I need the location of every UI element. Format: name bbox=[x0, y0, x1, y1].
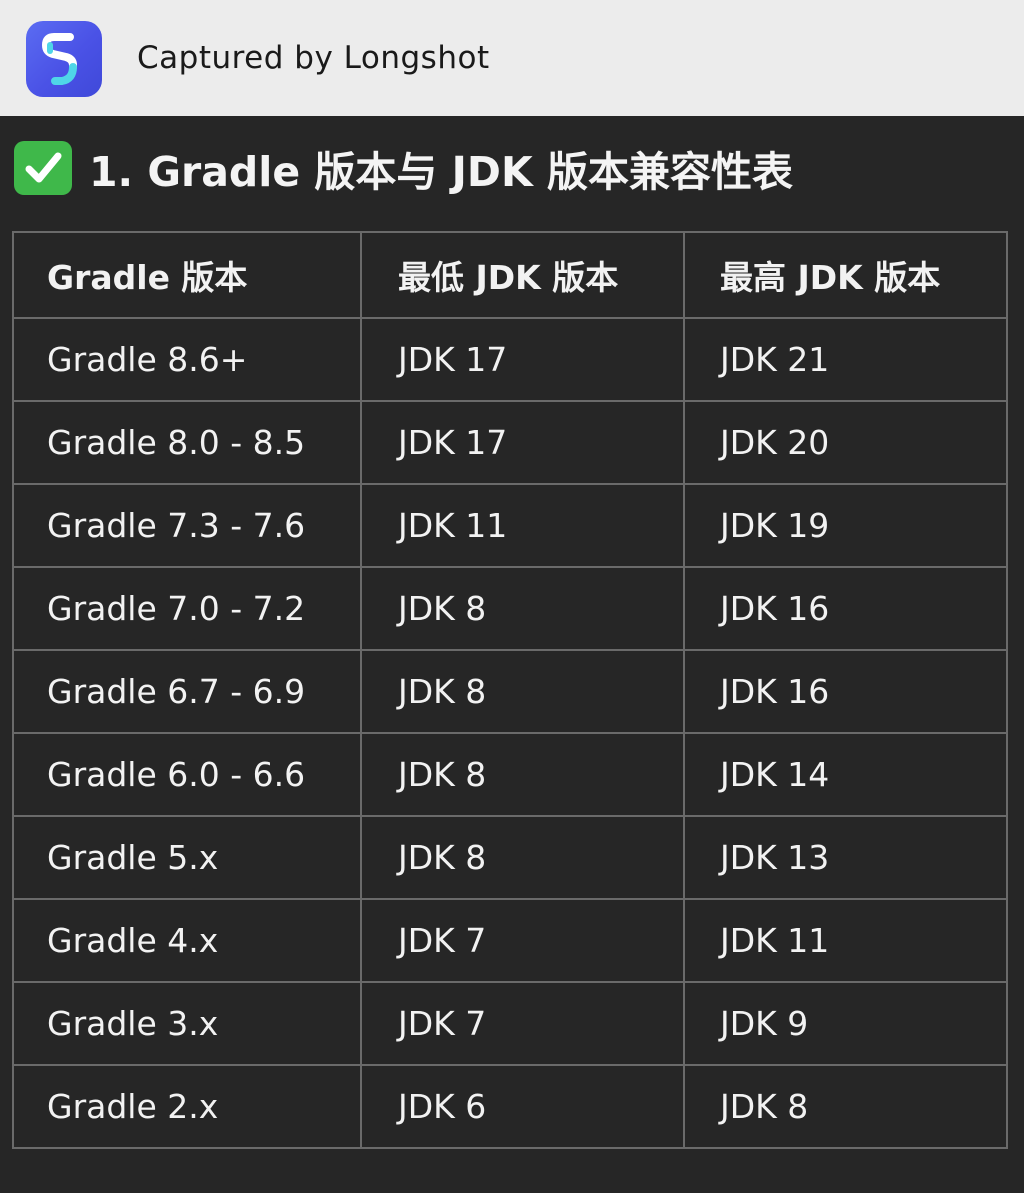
column-header-min-jdk: 最低 JDK 版本 bbox=[360, 231, 685, 319]
min-jdk-cell: JDK 6 bbox=[360, 1064, 685, 1149]
longshot-banner: Captured by Longshot bbox=[0, 0, 1024, 116]
table-row: Gradle 4.x JDK 7 JDK 11 bbox=[12, 898, 1008, 983]
table-header-row: Gradle 版本 最低 JDK 版本 最高 JDK 版本 bbox=[12, 231, 1008, 319]
max-jdk-cell: JDK 20 bbox=[683, 400, 1008, 485]
gradle-version-cell: Gradle 4.x bbox=[12, 898, 362, 983]
table-row: Gradle 8.0 - 8.5 JDK 17 JDK 20 bbox=[12, 400, 1008, 485]
column-header-max-jdk: 最高 JDK 版本 bbox=[683, 231, 1008, 319]
compatibility-table: Gradle 版本 最低 JDK 版本 最高 JDK 版本 Gradle 8.6… bbox=[12, 231, 1008, 1149]
longshot-app-icon bbox=[26, 21, 102, 97]
gradle-version-cell: Gradle 2.x bbox=[12, 1064, 362, 1149]
gradle-version-cell: Gradle 3.x bbox=[12, 981, 362, 1066]
table-row: Gradle 2.x JDK 6 JDK 8 bbox=[12, 1064, 1008, 1149]
max-jdk-cell: JDK 9 bbox=[683, 981, 1008, 1066]
table-row: Gradle 7.3 - 7.6 JDK 11 JDK 19 bbox=[12, 483, 1008, 568]
check-mark-button-icon bbox=[14, 141, 72, 195]
max-jdk-cell: JDK 16 bbox=[683, 649, 1008, 734]
table-row: Gradle 3.x JDK 7 JDK 9 bbox=[12, 981, 1008, 1066]
gradle-version-cell: Gradle 5.x bbox=[12, 815, 362, 900]
document-content: 1. Gradle 版本与 JDK 版本兼容性表 Gradle 版本 最低 JD… bbox=[0, 116, 1024, 1193]
banner-caption: Captured by Longshot bbox=[137, 40, 490, 76]
min-jdk-cell: JDK 11 bbox=[360, 483, 685, 568]
min-jdk-cell: JDK 17 bbox=[360, 400, 685, 485]
max-jdk-cell: JDK 14 bbox=[683, 732, 1008, 817]
gradle-version-cell: Gradle 7.3 - 7.6 bbox=[12, 483, 362, 568]
max-jdk-cell: JDK 21 bbox=[683, 317, 1008, 402]
min-jdk-cell: JDK 17 bbox=[360, 317, 685, 402]
min-jdk-cell: JDK 8 bbox=[360, 566, 685, 651]
max-jdk-cell: JDK 19 bbox=[683, 483, 1008, 568]
max-jdk-cell: JDK 11 bbox=[683, 898, 1008, 983]
table-row: Gradle 7.0 - 7.2 JDK 8 JDK 16 bbox=[12, 566, 1008, 651]
table-row: Gradle 6.0 - 6.6 JDK 8 JDK 14 bbox=[12, 732, 1008, 817]
gradle-version-cell: Gradle 8.6+ bbox=[12, 317, 362, 402]
min-jdk-cell: JDK 8 bbox=[360, 649, 685, 734]
min-jdk-cell: JDK 8 bbox=[360, 815, 685, 900]
table-row: Gradle 5.x JDK 8 JDK 13 bbox=[12, 815, 1008, 900]
max-jdk-cell: JDK 8 bbox=[683, 1064, 1008, 1149]
min-jdk-cell: JDK 7 bbox=[360, 981, 685, 1066]
gradle-version-cell: Gradle 8.0 - 8.5 bbox=[12, 400, 362, 485]
section-heading: 1. Gradle 版本与 JDK 版本兼容性表 bbox=[14, 140, 793, 196]
table-row: Gradle 6.7 - 6.9 JDK 8 JDK 16 bbox=[12, 649, 1008, 734]
table-row: Gradle 8.6+ JDK 17 JDK 21 bbox=[12, 317, 1008, 402]
section-heading-text: 1. Gradle 版本与 JDK 版本兼容性表 bbox=[89, 148, 794, 196]
gradle-version-cell: Gradle 6.0 - 6.6 bbox=[12, 732, 362, 817]
min-jdk-cell: JDK 8 bbox=[360, 732, 685, 817]
min-jdk-cell: JDK 7 bbox=[360, 898, 685, 983]
max-jdk-cell: JDK 16 bbox=[683, 566, 1008, 651]
gradle-version-cell: Gradle 6.7 - 6.9 bbox=[12, 649, 362, 734]
gradle-version-cell: Gradle 7.0 - 7.2 bbox=[12, 566, 362, 651]
max-jdk-cell: JDK 13 bbox=[683, 815, 1008, 900]
column-header-gradle-version: Gradle 版本 bbox=[12, 231, 362, 319]
